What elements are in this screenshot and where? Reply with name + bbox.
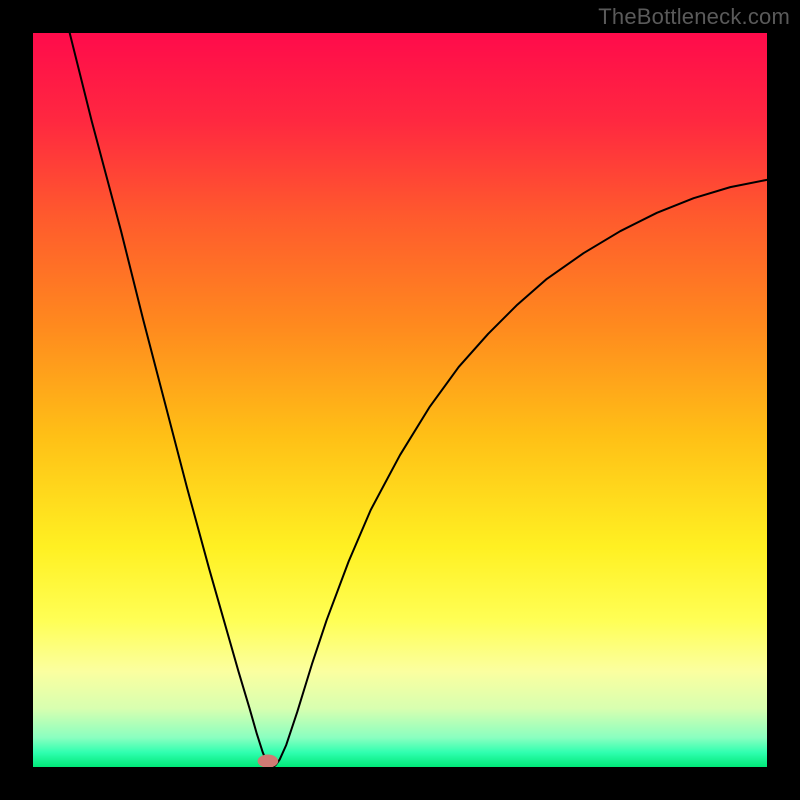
chart-svg: [33, 33, 767, 767]
watermark-text: TheBottleneck.com: [598, 4, 790, 30]
chart-plot-area: [33, 33, 767, 767]
chart-frame: TheBottleneck.com: [0, 0, 800, 800]
chart-background: [33, 33, 767, 767]
